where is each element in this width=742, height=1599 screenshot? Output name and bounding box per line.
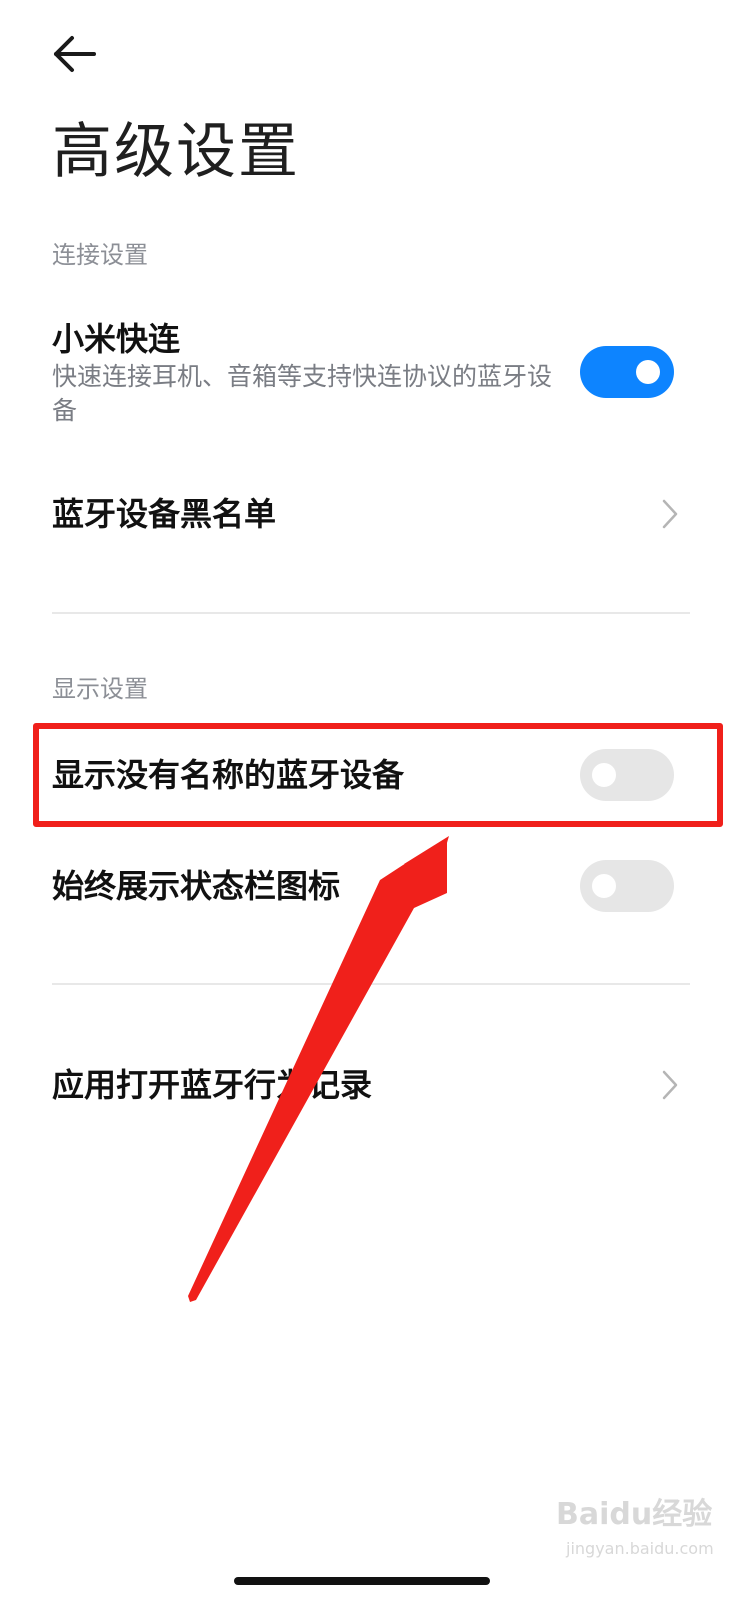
back-arrow-icon[interactable] bbox=[44, 30, 104, 80]
section-header-connection: 连接设置 bbox=[52, 241, 148, 269]
page-title: 高级设置 bbox=[52, 117, 300, 187]
watermark-url: jingyan.baidu.com bbox=[566, 1539, 714, 1558]
chevron-right-icon bbox=[662, 1070, 678, 1100]
advanced-settings-screen: 高级设置 连接设置 小米快连 快速连接耳机、音箱等支持快连协议的蓝牙设备 蓝牙设… bbox=[0, 0, 742, 1599]
baidu-jingyan-watermark: Baidu经验 bbox=[556, 1497, 713, 1532]
show-unnamed-devices-title: 显示没有名称的蓝牙设备 bbox=[52, 756, 405, 794]
toggle-knob bbox=[636, 360, 660, 384]
chevron-right-icon bbox=[662, 499, 678, 529]
status-bar-icon-toggle[interactable] bbox=[580, 860, 674, 912]
quick-connect-toggle[interactable] bbox=[580, 346, 674, 398]
status-bar-icon-title: 始终展示状态栏图标 bbox=[52, 867, 341, 905]
section-divider bbox=[52, 983, 690, 985]
section-divider bbox=[52, 612, 690, 614]
section-header-display: 显示设置 bbox=[52, 675, 148, 703]
toggle-knob bbox=[592, 763, 616, 787]
quick-connect-subtitle: 快速连接耳机、音箱等支持快连协议的蓝牙设备 bbox=[52, 362, 553, 425]
show-unnamed-devices-toggle[interactable] bbox=[580, 749, 674, 801]
quick-connect-title: 小米快连 bbox=[52, 320, 181, 358]
home-indicator[interactable] bbox=[234, 1577, 490, 1585]
bluetooth-blacklist-title: 蓝牙设备黑名单 bbox=[52, 495, 277, 533]
app-bluetooth-log-title: 应用打开蓝牙行为记录 bbox=[52, 1066, 373, 1104]
toggle-knob bbox=[592, 874, 616, 898]
